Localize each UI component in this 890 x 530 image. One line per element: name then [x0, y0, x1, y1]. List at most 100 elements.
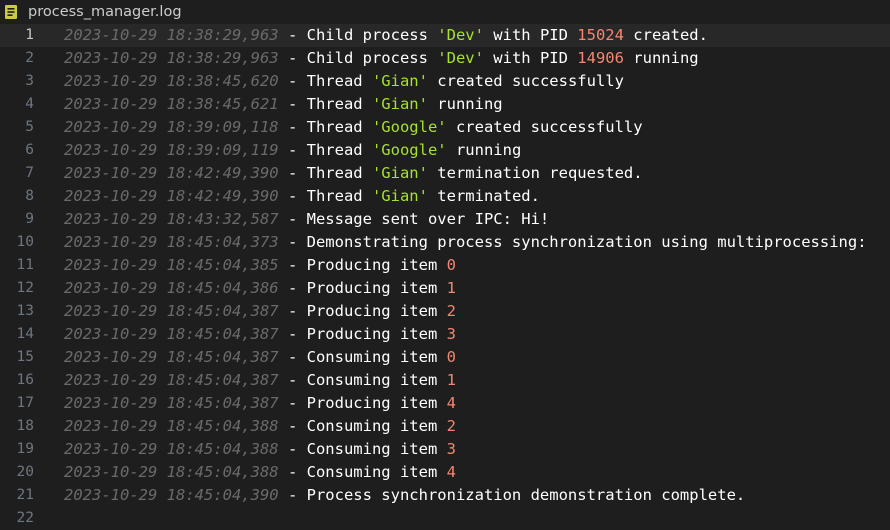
string-token: 'Gian' — [371, 72, 428, 90]
string-token: 'Dev' — [437, 49, 484, 67]
line-content: 2023-10-29 18:38:45,620 - Thread 'Gian' … — [64, 70, 624, 93]
line-number: 11 — [16, 257, 34, 273]
log-line[interactable]: 19 2023-10-29 18:45:04,388 - Consuming it… — [0, 438, 890, 461]
string-token: 'Gian' — [371, 187, 428, 205]
number-token: 0 — [446, 256, 456, 274]
log-line[interactable]: 18 2023-10-29 18:45:04,388 - Consuming it… — [0, 415, 890, 438]
string-token: 'Google' — [371, 141, 447, 159]
string-token: 'Dev' — [437, 26, 484, 44]
message-text: - Message sent over IPC: Hi! — [278, 210, 550, 228]
number-token: 15024 — [577, 26, 624, 44]
log-line[interactable]: 8 2023-10-29 18:42:49,390 - Thread 'Gian'… — [0, 185, 890, 208]
line-content: 2023-10-29 18:39:09,119 - Thread 'Google… — [64, 139, 521, 162]
log-line[interactable]: 10 2023-10-29 18:45:04,373 - Demonstratin… — [0, 231, 890, 254]
timestamp: 2023-10-29 18:38:45,620 — [64, 72, 279, 90]
message-text: - Producing item — [278, 394, 447, 412]
message-text: - Thread — [278, 141, 372, 159]
string-token: 'Google' — [371, 118, 447, 136]
line-content: 2023-10-29 18:45:04,387 - Consuming item… — [64, 346, 456, 369]
message-text: termination requested. — [427, 164, 643, 182]
log-line[interactable]: 21 2023-10-29 18:45:04,390 - Process sync… — [0, 484, 890, 507]
timestamp: 2023-10-29 18:38:29,963 — [64, 26, 279, 44]
message-text: - Consuming item — [278, 463, 447, 481]
line-number: 17 — [16, 395, 34, 411]
line-content: 2023-10-29 18:45:04,387 - Producing item… — [64, 300, 456, 323]
line-number: 3 — [25, 73, 34, 89]
timestamp: 2023-10-29 18:45:04,387 — [64, 325, 279, 343]
line-content: 2023-10-29 18:45:04,387 - Consuming item… — [64, 369, 456, 392]
line-number: 2 — [25, 50, 34, 66]
line-content: 2023-10-29 18:38:45,621 - Thread 'Gian' … — [64, 93, 503, 116]
log-line[interactable]: 13 2023-10-29 18:45:04,387 - Producing it… — [0, 300, 890, 323]
timestamp: 2023-10-29 18:45:04,387 — [64, 394, 279, 412]
number-token: 3 — [446, 440, 456, 458]
log-line[interactable]: 6 2023-10-29 18:39:09,119 - Thread 'Googl… — [0, 139, 890, 162]
line-content: 2023-10-29 18:43:32,587 - Message sent o… — [64, 208, 549, 231]
timestamp: 2023-10-29 18:38:29,963 — [64, 49, 279, 67]
line-number: 22 — [16, 510, 34, 526]
line-number: 7 — [25, 165, 34, 181]
log-line[interactable]: 11 2023-10-29 18:45:04,385 - Producing it… — [0, 254, 890, 277]
log-line[interactable]: 16 2023-10-29 18:45:04,387 - Consuming it… — [0, 369, 890, 392]
message-text: - Thread — [278, 95, 372, 113]
line-content: 2023-10-29 18:45:04,387 - Producing item… — [64, 392, 456, 415]
log-line[interactable]: 17 2023-10-29 18:45:04,387 - Producing it… — [0, 392, 890, 415]
message-text: - Demonstrating process synchronization … — [278, 233, 867, 251]
log-line[interactable]: 4 2023-10-29 18:38:45,621 - Thread 'Gian'… — [0, 93, 890, 116]
line-content: 2023-10-29 18:38:29,963 - Child process … — [64, 24, 708, 47]
log-line[interactable]: 22 — [0, 507, 890, 530]
log-line[interactable]: 15 2023-10-29 18:45:04,387 - Consuming it… — [0, 346, 890, 369]
number-token: 3 — [446, 325, 456, 343]
timestamp: 2023-10-29 18:45:04,385 — [64, 256, 279, 274]
log-line[interactable]: 14 2023-10-29 18:45:04,387 - Producing it… — [0, 323, 890, 346]
message-text: - Producing item — [278, 279, 447, 297]
line-number: 5 — [25, 119, 34, 135]
timestamp: 2023-10-29 18:45:04,387 — [64, 302, 279, 320]
timestamp: 2023-10-29 18:39:09,118 — [64, 118, 279, 136]
number-token: 2 — [446, 302, 456, 320]
tab-title[interactable]: process_manager.log — [28, 2, 182, 22]
line-number: 19 — [16, 441, 34, 457]
line-number: 1 — [25, 27, 34, 43]
message-text: - Producing item — [278, 256, 447, 274]
line-number: 13 — [16, 303, 34, 319]
message-text: - Producing item — [278, 325, 447, 343]
line-content: 2023-10-29 18:45:04,390 - Process synchr… — [64, 484, 745, 507]
number-token: 1 — [446, 371, 456, 389]
message-text: created successfully — [427, 72, 624, 90]
log-line[interactable]: 5 2023-10-29 18:39:09,118 - Thread 'Googl… — [0, 116, 890, 139]
timestamp: 2023-10-29 18:45:04,373 — [64, 233, 279, 251]
line-number: 14 — [16, 326, 34, 342]
line-content: 2023-10-29 18:45:04,386 - Producing item… — [64, 277, 456, 300]
line-content: 2023-10-29 18:42:49,390 - Thread 'Gian' … — [64, 185, 540, 208]
timestamp: 2023-10-29 18:42:49,390 — [64, 164, 279, 182]
message-text: - Thread — [278, 187, 372, 205]
line-content: 2023-10-29 18:42:49,390 - Thread 'Gian' … — [64, 162, 643, 185]
line-content: 2023-10-29 18:45:04,388 - Consuming item… — [64, 415, 456, 438]
message-text: running — [446, 141, 522, 159]
line-number: 9 — [25, 211, 34, 227]
message-text: - Producing item — [278, 302, 447, 320]
editor-area[interactable]: 1 2023-10-29 18:38:29,963 - Child process… — [0, 24, 890, 526]
log-line[interactable]: 1 2023-10-29 18:38:29,963 - Child process… — [0, 24, 890, 47]
line-number: 6 — [25, 142, 34, 158]
message-text: - Thread — [278, 118, 372, 136]
line-number: 4 — [25, 96, 34, 112]
line-number: 16 — [16, 372, 34, 388]
log-line[interactable]: 2 2023-10-29 18:38:29,963 - Child process… — [0, 47, 890, 70]
log-line[interactable]: 12 2023-10-29 18:45:04,386 - Producing it… — [0, 277, 890, 300]
log-line[interactable]: 20 2023-10-29 18:45:04,388 - Consuming it… — [0, 461, 890, 484]
line-content: 2023-10-29 18:45:04,388 - Consuming item… — [64, 438, 456, 461]
message-text: - Child process — [278, 49, 438, 67]
message-text: - Process synchronization demonstration … — [278, 486, 746, 504]
line-content: 2023-10-29 18:39:09,118 - Thread 'Google… — [64, 116, 643, 139]
timestamp: 2023-10-29 18:45:04,386 — [64, 279, 279, 297]
number-token: 14906 — [577, 49, 624, 67]
line-content: 2023-10-29 18:45:04,388 - Consuming item… — [64, 461, 456, 484]
log-line[interactable]: 3 2023-10-29 18:38:45,620 - Thread 'Gian'… — [0, 70, 890, 93]
log-line[interactable]: 9 2023-10-29 18:43:32,587 - Message sent … — [0, 208, 890, 231]
log-line[interactable]: 7 2023-10-29 18:42:49,390 - Thread 'Gian'… — [0, 162, 890, 185]
message-text: with PID — [483, 49, 578, 67]
line-number: 18 — [16, 418, 34, 434]
line-number: 10 — [16, 234, 34, 250]
